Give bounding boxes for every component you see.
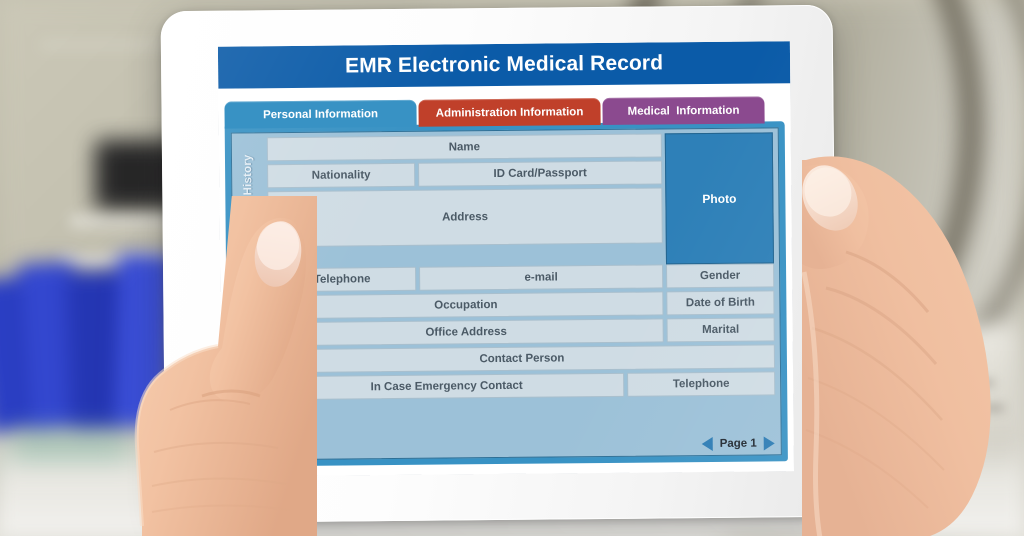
form-row-emergency: In Case Emergency Contact Telephone <box>269 371 776 401</box>
form-grid: Name Nationality ID Card/Passport Addres… <box>266 132 776 401</box>
field-photo[interactable]: Photo <box>664 132 775 265</box>
field-contact-person[interactable]: Contact Person <box>268 344 776 374</box>
side-tab-label: Insurance <box>244 389 257 447</box>
personal-information-form: Name Nationality ID Card/Passport Addres… <box>264 128 781 459</box>
side-tab-label: Social <box>242 236 256 272</box>
form-row-telephone-email-gender: Telephone e-mail Gender <box>268 263 775 293</box>
tablet-device: EMR Electronic Medical Record Personal I… <box>160 4 838 524</box>
field-id-card-passport[interactable]: ID Card/Passport <box>418 160 663 187</box>
panel-inner: History Social Physical Insurance Name N… <box>230 127 782 461</box>
form-row-occupation-dob: Occupation Date of Birth <box>268 290 775 320</box>
form-row-address: Address <box>267 187 663 248</box>
tablet-screen: EMR Electronic Medical Record Personal I… <box>217 41 795 477</box>
form-row-office-marital: Office Address Marital <box>268 317 775 347</box>
field-name[interactable]: Name <box>266 133 662 162</box>
triangle-left-icon[interactable] <box>701 436 713 452</box>
form-row-contact-person: Contact Person <box>268 344 776 374</box>
field-office-address[interactable]: Office Address <box>268 318 664 347</box>
personal-information-panel: History Social Physical Insurance Name N… <box>224 121 788 467</box>
form-row-nationality-id: Nationality ID Card/Passport <box>267 160 663 189</box>
tab-label: Personal Information <box>262 107 379 121</box>
form-upper-left: Name Nationality ID Card/Passport Addres… <box>266 133 663 268</box>
side-tab-insurance[interactable]: Insurance <box>235 377 266 459</box>
field-emergency-contact[interactable]: In Case Emergency Contact <box>269 372 625 401</box>
app-title-bar: EMR Electronic Medical Record <box>217 41 791 89</box>
pagination: Page 1 <box>701 436 775 452</box>
side-tab-physical[interactable]: Physical <box>234 293 266 377</box>
side-tab-social[interactable]: Social <box>233 215 265 293</box>
field-gender[interactable]: Gender <box>666 263 775 289</box>
form-row-name: Name <box>266 133 662 162</box>
field-emergency-telephone[interactable]: Telephone <box>627 371 776 397</box>
tab-strip: Personal Information Administration Info… <box>224 95 784 129</box>
side-tab-strip: History Social Physical Insurance <box>232 133 267 459</box>
tab-administration-information[interactable]: Administration Information <box>418 98 601 127</box>
side-tab-history[interactable]: History <box>233 135 264 214</box>
emr-application: EMR Electronic Medical Record Personal I… <box>217 41 795 477</box>
background-paper-line <box>814 380 994 386</box>
tab-personal-information[interactable]: Personal Information <box>224 99 417 129</box>
field-occupation[interactable]: Occupation <box>268 291 664 320</box>
screenshot-scene: EMR Electronic Medical Record Personal I… <box>0 0 1024 536</box>
side-tab-label: Physical <box>243 310 256 360</box>
field-nationality[interactable]: Nationality <box>267 162 416 189</box>
triangle-right-icon[interactable] <box>763 436 775 451</box>
side-tab-label: History <box>241 154 255 196</box>
field-marital[interactable]: Marital <box>666 317 775 343</box>
field-telephone[interactable]: Telephone <box>268 266 417 293</box>
field-address[interactable]: Address <box>267 187 663 248</box>
tab-label: Administration Information <box>435 105 584 120</box>
form-upper-block: Name Nationality ID Card/Passport Addres… <box>266 132 775 268</box>
page-title: EMR Electronic Medical Record <box>344 51 664 78</box>
tab-label: Medical Information <box>627 104 740 118</box>
field-date-of-birth[interactable]: Date of Birth <box>666 290 775 316</box>
page-indicator: Page 1 <box>719 437 757 450</box>
field-email[interactable]: e-mail <box>419 264 664 291</box>
tab-medical-information[interactable]: Medical Information <box>602 96 765 125</box>
